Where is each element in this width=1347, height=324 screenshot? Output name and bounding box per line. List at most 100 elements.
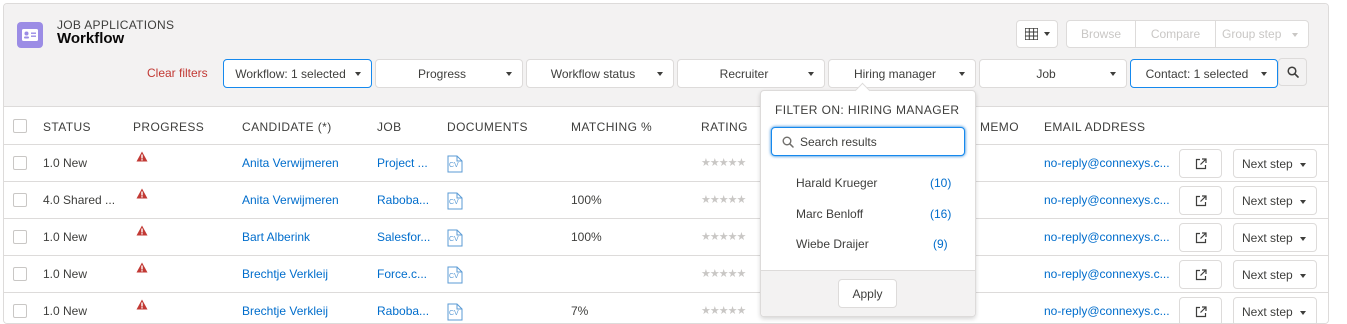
- candidate-link[interactable]: Bart Alberink: [242, 230, 310, 244]
- email-link[interactable]: no-reply@connexys.c...: [1044, 230, 1170, 244]
- group-step-button[interactable]: Group step: [1216, 21, 1308, 47]
- filter-job[interactable]: Job: [979, 59, 1127, 88]
- table-row[interactable]: 1.0 New Brechtje Verkleij Raboba... CV 7% ★★★…: [4, 293, 1328, 323]
- open-record-button[interactable]: [1179, 186, 1222, 215]
- option-harald-krueger[interactable]: Harald Krueger: [796, 176, 877, 190]
- candidate-link[interactable]: Brechtje Verkleij: [242, 304, 328, 318]
- status-cell: 1.0 New: [43, 304, 88, 318]
- chevron-down-icon: [808, 72, 814, 76]
- chevron-down-icon: [1300, 274, 1306, 278]
- open-record-button[interactable]: [1179, 223, 1222, 252]
- rating-stars[interactable]: ★★★★★: [701, 156, 746, 169]
- cv-label: CV: [449, 199, 459, 206]
- table-view-button[interactable]: [1016, 20, 1058, 48]
- option-wiebe-draijer[interactable]: Wiebe Draijer: [796, 237, 869, 251]
- browse-button[interactable]: Browse: [1067, 21, 1136, 47]
- option-marc-benloff[interactable]: Marc Benloff: [796, 207, 863, 221]
- apply-button[interactable]: Apply: [838, 279, 897, 308]
- candidate-link[interactable]: Anita Verwijmeren: [242, 193, 339, 207]
- warning-icon: [136, 151, 148, 162]
- table-row[interactable]: 1.0 New Bart Alberink Salesfor... CV 100% ★★★…: [4, 219, 1328, 256]
- compare-button[interactable]: Compare: [1136, 21, 1216, 47]
- email-link[interactable]: no-reply@connexys.c...: [1044, 193, 1170, 207]
- email-link[interactable]: no-reply@connexys.c...: [1044, 304, 1170, 318]
- cv-document-icon[interactable]: CV: [447, 303, 463, 321]
- chevron-down-icon: [1300, 237, 1306, 241]
- cv-label: CV: [449, 273, 459, 280]
- candidate-link[interactable]: Brechtje Verkleij: [242, 267, 328, 281]
- column-candidate[interactable]: CANDIDATE (*): [242, 120, 332, 134]
- cv-document-icon[interactable]: CV: [447, 266, 463, 284]
- open-record-button[interactable]: [1179, 260, 1222, 289]
- next-step-button[interactable]: Next step: [1233, 260, 1317, 289]
- filter-contact[interactable]: Contact: 1 selected: [1130, 59, 1278, 88]
- column-documents[interactable]: DOCUMENTS: [447, 120, 528, 134]
- next-step-button[interactable]: Next step: [1233, 297, 1317, 323]
- chevron-down-icon: [506, 72, 512, 76]
- candidate-link[interactable]: Anita Verwijmeren: [242, 156, 339, 170]
- popover-title: FILTER ON: HIRING MANAGER: [775, 103, 960, 117]
- chevron-down-icon: [1300, 311, 1306, 315]
- page-header: JOB APPLICATIONS Workflow Browse Compare…: [4, 4, 1328, 107]
- job-link[interactable]: Raboba...: [377, 304, 429, 318]
- external-link-icon: [1195, 231, 1207, 243]
- open-record-button[interactable]: [1179, 149, 1222, 178]
- row-checkbox[interactable]: [13, 230, 27, 244]
- job-link[interactable]: Salesfor...: [377, 230, 430, 244]
- filter-hiring-manager[interactable]: Hiring manager: [828, 59, 976, 88]
- table-row[interactable]: 4.0 Shared ... Anita Verwijmeren Raboba...…: [4, 182, 1328, 219]
- rating-stars[interactable]: ★★★★★: [701, 193, 746, 206]
- search-button[interactable]: [1278, 58, 1307, 86]
- chevron-down-icon: [1043, 32, 1050, 36]
- next-step-button[interactable]: Next step: [1233, 149, 1317, 178]
- filter-progress[interactable]: Progress: [375, 59, 523, 88]
- row-checkbox[interactable]: [13, 156, 27, 170]
- column-email[interactable]: EMAIL ADDRESS: [1044, 120, 1145, 134]
- filter-label: Recruiter: [719, 66, 769, 81]
- row-checkbox[interactable]: [13, 193, 27, 207]
- column-job[interactable]: JOB: [377, 120, 402, 134]
- column-progress[interactable]: PROGRESS: [133, 120, 204, 134]
- clear-filters-link[interactable]: Clear filters: [147, 66, 208, 80]
- scrollbar[interactable]: [1333, 0, 1347, 324]
- email-link[interactable]: no-reply@connexys.c...: [1044, 156, 1170, 170]
- column-memo[interactable]: MEMO: [980, 120, 1019, 134]
- page-title: Workflow: [57, 30, 125, 47]
- option-count: (10): [930, 176, 952, 190]
- rating-stars[interactable]: ★★★★★: [701, 304, 746, 317]
- column-status[interactable]: STATUS: [43, 120, 91, 134]
- next-step-button[interactable]: Next step: [1233, 186, 1317, 215]
- next-step-button[interactable]: Next step: [1233, 223, 1317, 252]
- next-step-label: Next step: [1242, 304, 1293, 319]
- chevron-down-icon: [1261, 72, 1267, 76]
- job-link[interactable]: Project ...: [377, 156, 428, 170]
- popover-search-field[interactable]: [771, 127, 965, 156]
- filter-workflow[interactable]: Workflow: 1 selected: [223, 59, 372, 88]
- popover-search-input[interactable]: [800, 133, 960, 151]
- row-checkbox[interactable]: [13, 304, 27, 318]
- rating-stars[interactable]: ★★★★★: [701, 230, 746, 243]
- email-link[interactable]: no-reply@connexys.c...: [1044, 267, 1170, 281]
- table-row[interactable]: 1.0 New Anita Verwijmeren Project ... CV ★★★…: [4, 145, 1328, 182]
- cv-document-icon[interactable]: CV: [447, 229, 463, 247]
- table-row[interactable]: 1.0 New Brechtje Verkleij Force.c... CV ★★★★…: [4, 256, 1328, 293]
- open-record-button[interactable]: [1179, 297, 1222, 323]
- column-matching[interactable]: MATCHING %: [571, 120, 652, 134]
- warning-icon: [136, 299, 148, 310]
- rating-stars[interactable]: ★★★★★: [701, 267, 746, 280]
- row-checkbox[interactable]: [13, 267, 27, 281]
- contact-card-icon: [17, 22, 43, 48]
- cv-document-icon[interactable]: CV: [447, 192, 463, 210]
- job-link[interactable]: Force.c...: [377, 267, 427, 281]
- select-all-checkbox[interactable]: [13, 119, 27, 133]
- chevron-down-icon: [1300, 200, 1306, 204]
- cv-document-icon[interactable]: CV: [447, 155, 463, 173]
- search-icon: [1286, 66, 1299, 78]
- next-step-label: Next step: [1242, 267, 1293, 282]
- filter-recruiter[interactable]: Recruiter: [677, 59, 825, 88]
- filter-workflow-status[interactable]: Workflow status: [526, 59, 674, 88]
- group-step-label: Group step: [1222, 27, 1282, 41]
- hiring-manager-filter-popover: FILTER ON: HIRING MANAGER Harald Krueger…: [760, 82, 976, 317]
- job-link[interactable]: Raboba...: [377, 193, 429, 207]
- column-rating[interactable]: RATING: [701, 120, 748, 134]
